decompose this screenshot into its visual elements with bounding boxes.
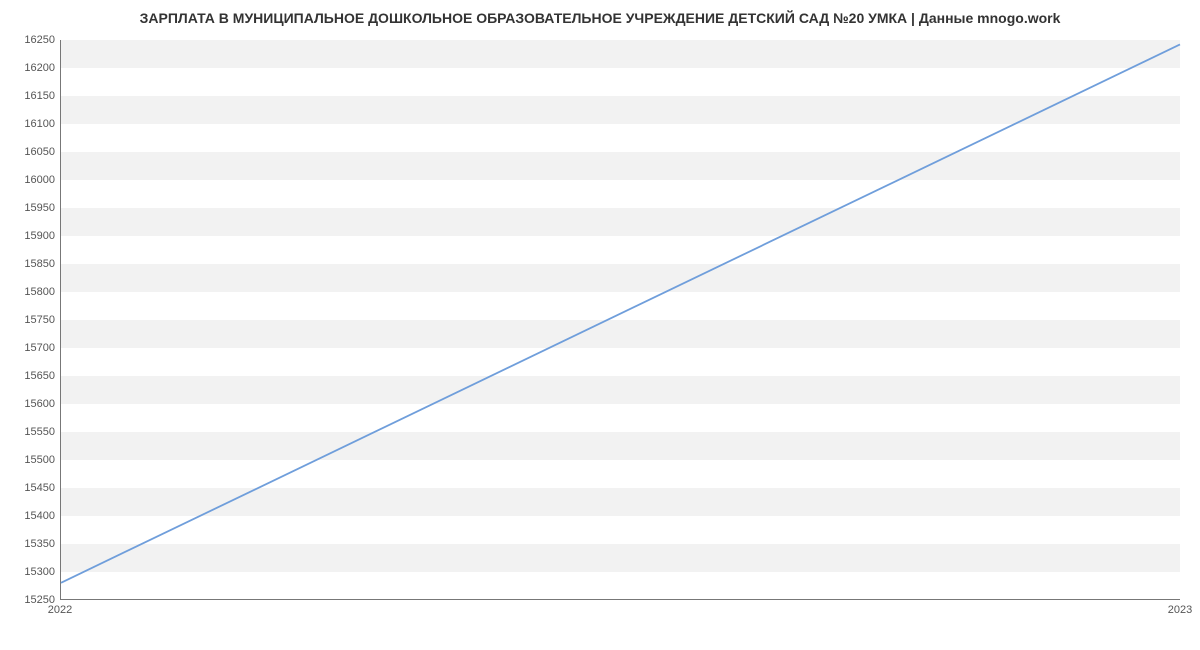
x-tick-label: 2023 bbox=[1168, 604, 1192, 616]
y-tick-label: 16000 bbox=[5, 174, 55, 186]
y-tick-label: 15550 bbox=[5, 426, 55, 438]
y-tick-label: 15750 bbox=[5, 314, 55, 326]
y-tick-label: 16100 bbox=[5, 118, 55, 130]
y-tick-label: 16050 bbox=[5, 146, 55, 158]
y-tick-label: 15800 bbox=[5, 286, 55, 298]
y-tick-label: 15600 bbox=[5, 398, 55, 410]
y-tick-label: 16250 bbox=[5, 34, 55, 46]
plot-area bbox=[60, 40, 1180, 600]
y-tick-label: 15350 bbox=[5, 538, 55, 550]
y-tick-label: 15900 bbox=[5, 230, 55, 242]
y-tick-label: 15850 bbox=[5, 258, 55, 270]
y-tick-label: 15400 bbox=[5, 510, 55, 522]
y-tick-label: 16200 bbox=[5, 62, 55, 74]
y-tick-label: 15500 bbox=[5, 454, 55, 466]
y-tick-label: 15650 bbox=[5, 370, 55, 382]
y-tick-label: 15450 bbox=[5, 482, 55, 494]
y-tick-label: 15950 bbox=[5, 202, 55, 214]
line-chart: ЗАРПЛАТА В МУНИЦИПАЛЬНОЕ ДОШКОЛЬНОЕ ОБРА… bbox=[0, 0, 1200, 650]
x-tick-label: 2022 bbox=[48, 604, 72, 616]
y-tick-label: 16150 bbox=[5, 90, 55, 102]
data-line bbox=[61, 40, 1180, 599]
y-tick-label: 15300 bbox=[5, 566, 55, 578]
chart-title: ЗАРПЛАТА В МУНИЦИПАЛЬНОЕ ДОШКОЛЬНОЕ ОБРА… bbox=[0, 10, 1200, 26]
y-tick-label: 15700 bbox=[5, 342, 55, 354]
